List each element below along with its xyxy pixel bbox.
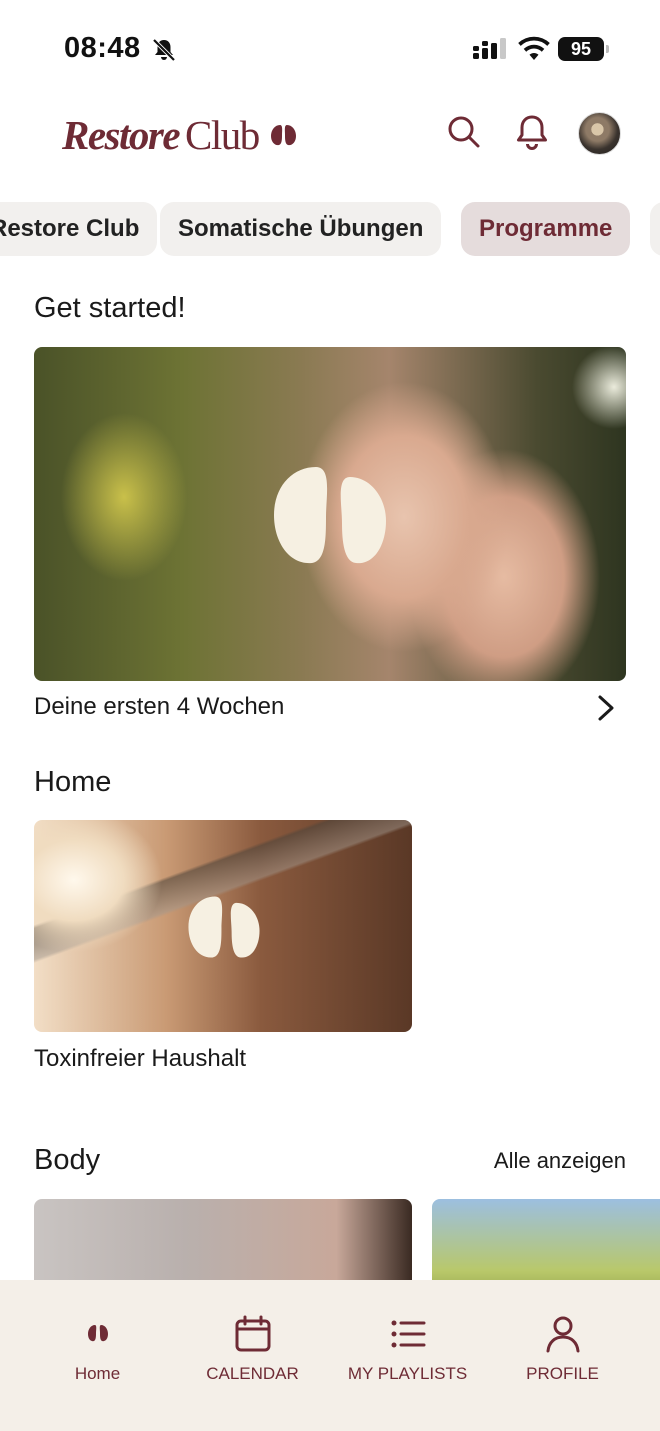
- chip-somatische-uebungen[interactable]: Somatische Übungen: [160, 202, 442, 256]
- calendar-icon: [235, 1315, 270, 1352]
- profile-avatar[interactable]: [578, 112, 621, 155]
- notifications-button[interactable]: [510, 110, 554, 154]
- cellular-signal-icon: [473, 38, 506, 59]
- nav-home[interactable]: Home: [15, 1280, 180, 1431]
- bell-icon: [517, 115, 547, 150]
- chip-restore-club[interactable]: Restore Club: [0, 202, 158, 256]
- home-drops-icon: [87, 1325, 108, 1342]
- program-image-first-weeks[interactable]: [34, 347, 626, 681]
- drops-watermark-icon: [188, 896, 260, 958]
- bottom-navigation: Home CALENDAR MY PLAYLISTS PROFILE: [0, 1280, 660, 1431]
- nav-profile[interactable]: PROFILE: [480, 1280, 645, 1431]
- profile-icon: [546, 1316, 579, 1353]
- nav-label-calendar: CALENDAR: [206, 1364, 299, 1383]
- section-title-home: Home: [34, 766, 112, 798]
- nav-calendar[interactable]: CALENDAR: [170, 1280, 335, 1431]
- card-label-toxinfreier-haushalt[interactable]: Toxinfreier Haushalt: [34, 1045, 246, 1073]
- battery-indicator: 95: [558, 37, 609, 61]
- wifi-icon: [518, 36, 550, 60]
- search-button[interactable]: [442, 110, 486, 154]
- nav-label-home: Home: [74, 1364, 121, 1383]
- logo-wordmark: Restore Club: [62, 112, 260, 158]
- list-icon: [391, 1320, 425, 1348]
- status-bar: 08:48 95: [0, 0, 660, 96]
- card-label-first-weeks[interactable]: Deine ersten 4 Wochen: [34, 693, 284, 721]
- program-image-toxinfreier-haushalt[interactable]: [34, 820, 412, 1032]
- show-all-link[interactable]: Alle anzeigen: [494, 1148, 626, 1174]
- nav-my-playlists[interactable]: MY PLAYLISTS: [325, 1280, 490, 1431]
- section-title-body: Body: [34, 1144, 101, 1176]
- restore-club-logo[interactable]: Restore Club: [62, 110, 299, 160]
- search-icon: [448, 116, 480, 148]
- category-chips: Restore Club Somatische Übungen Programm…: [0, 200, 660, 258]
- logo-drops-icon: [270, 125, 296, 146]
- drops-watermark-icon: [274, 467, 386, 564]
- nav-label-profile: PROFILE: [526, 1364, 599, 1383]
- nav-label-my-playlists: MY PLAYLISTS: [347, 1364, 468, 1383]
- app-header: Restore Club: [0, 96, 660, 176]
- status-time: 08:48: [64, 32, 141, 64]
- chevron-right-icon[interactable]: [594, 694, 618, 722]
- bell-off-icon: [152, 38, 176, 62]
- chip-more[interactable]: [650, 202, 660, 256]
- chip-programme[interactable]: Programme: [461, 202, 631, 256]
- section-title-get-started: Get started!: [34, 292, 186, 324]
